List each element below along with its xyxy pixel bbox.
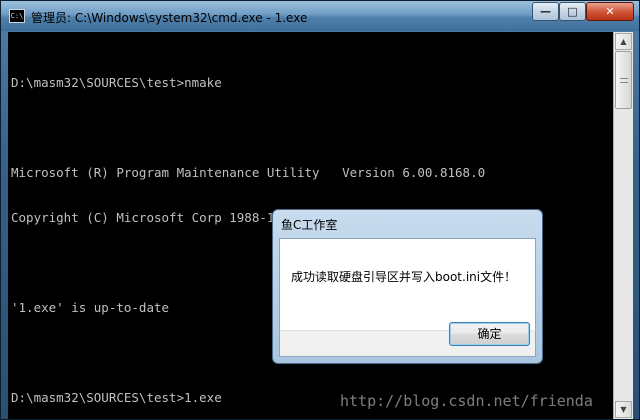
dialog-title: 鱼C工作室 (281, 218, 338, 232)
window-title: 管理员: C:\Windows\system32\cmd.exe - 1.exe (31, 11, 308, 25)
scrollbar-thumb[interactable] (615, 51, 632, 109)
minimize-button[interactable]: — (532, 2, 559, 21)
scroll-down-arrow-icon[interactable]: ▼ (615, 401, 632, 418)
dialog-body: 成功读取硬盘引导区并写入boot.ini文件！ (279, 238, 536, 330)
thumb-grip-icon (620, 78, 628, 83)
cmd-app-icon[interactable]: C:\ (9, 9, 25, 23)
ok-button[interactable]: 确定 (449, 322, 530, 346)
dialog-message: 成功读取硬盘引导区并写入boot.ini文件！ (291, 270, 517, 284)
scroll-up-arrow-icon[interactable]: ▲ (615, 33, 632, 50)
watermark: http://blog.csdn.net/frienda (340, 392, 593, 410)
maximize-button[interactable]: □ (559, 2, 586, 21)
vertical-scrollbar[interactable]: ▲ ▼ (613, 32, 633, 419)
close-button[interactable]: ✕ (586, 2, 634, 21)
console-line: Microsoft (R) Program Maintenance Utilit… (11, 165, 486, 180)
console-line: D:\masm32\SOURCES\test>nmake (11, 75, 222, 90)
title-bar[interactable]: C:\ 管理员: C:\Windows\system32\cmd.exe - 1… (1, 1, 639, 31)
